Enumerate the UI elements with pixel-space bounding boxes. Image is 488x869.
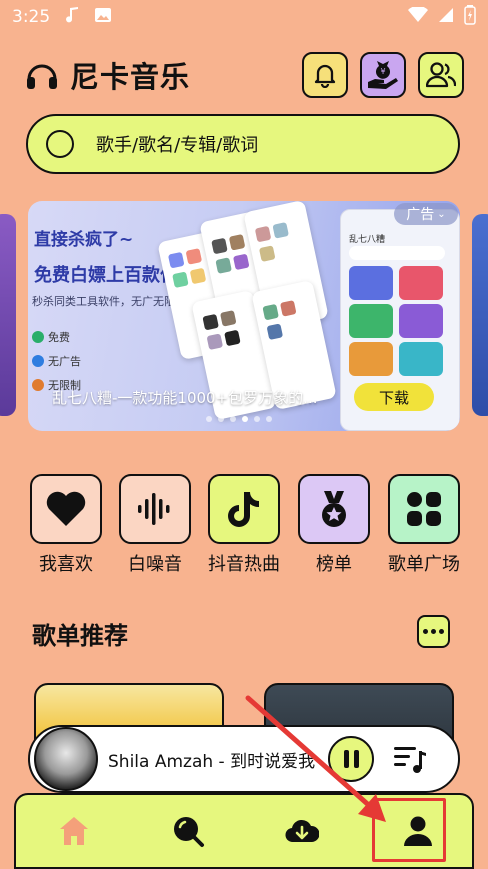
notification-button[interactable] xyxy=(302,52,348,98)
search-placeholder: 歌手/歌名/专辑/歌词 xyxy=(96,135,259,156)
quick-action-douyin-hits[interactable]: 抖音热曲 xyxy=(206,474,282,576)
check-icon xyxy=(32,379,44,391)
wifi-icon xyxy=(408,5,428,28)
quick-action-label: 抖音热曲 xyxy=(208,554,280,575)
carousel-dot[interactable] xyxy=(254,416,260,422)
headphones-icon xyxy=(27,64,57,89)
check-item: 免费 xyxy=(32,329,81,345)
carousel-dot[interactable] xyxy=(242,416,248,422)
carousel-dot[interactable] xyxy=(266,416,272,422)
svg-text:¥: ¥ xyxy=(380,67,385,76)
quick-action-label: 榜单 xyxy=(316,554,352,575)
annotation-highlight-box xyxy=(372,798,446,862)
ad-tag-label: 广告 xyxy=(406,207,435,223)
heart-icon xyxy=(46,491,86,526)
signal-icon xyxy=(438,7,454,28)
image-icon xyxy=(94,7,112,28)
quick-action-charts[interactable]: 榜单 xyxy=(296,474,372,576)
search-bar[interactable]: 歌手/歌名/专辑/歌词 xyxy=(26,114,460,174)
more-dot xyxy=(431,629,436,634)
chevron-down-icon: ⌄ xyxy=(437,208,446,220)
users-icon xyxy=(426,62,456,88)
quick-action-label: 白噪音 xyxy=(128,554,182,575)
more-dot xyxy=(439,629,444,634)
banner-headline: 直接杀疯了~ xyxy=(34,230,134,250)
carousel-dot[interactable] xyxy=(218,416,224,422)
tab-discover[interactable] xyxy=(170,813,206,849)
check-item: 无广告 xyxy=(32,353,81,369)
carousel-dots xyxy=(206,416,272,422)
status-bar: 3:25 xyxy=(0,0,488,34)
bell-icon xyxy=(314,64,336,88)
more-dot xyxy=(423,629,428,634)
app-header: 尼卡音乐 ¥ xyxy=(24,50,464,100)
app-title: 尼卡音乐 xyxy=(70,60,191,94)
banner-prev-peek[interactable] xyxy=(0,214,16,416)
discover-icon xyxy=(174,817,204,847)
album-cover[interactable] xyxy=(34,727,98,791)
quick-action-playlist-plaza[interactable]: 歌单广场 xyxy=(386,474,462,576)
home-icon xyxy=(60,817,88,845)
download-button[interactable]: 下载 xyxy=(354,383,434,411)
status-time: 3:25 xyxy=(12,7,51,27)
battery-icon xyxy=(464,4,476,30)
more-button[interactable] xyxy=(417,615,450,648)
carousel-dot[interactable] xyxy=(206,416,212,422)
mock-title: 乱七八糟 xyxy=(349,235,386,245)
friends-button[interactable] xyxy=(418,52,464,98)
tab-home[interactable] xyxy=(56,813,92,849)
banner-checklist: 免费 无广告 无限制 xyxy=(32,329,81,393)
phone-screenshots xyxy=(157,201,353,421)
music-note-icon xyxy=(64,6,80,29)
check-icon xyxy=(32,355,44,367)
money-hand-icon: ¥ xyxy=(368,61,398,89)
medal-icon xyxy=(322,491,346,527)
banner-next-peek[interactable] xyxy=(472,214,488,416)
sound-wave-icon xyxy=(138,493,170,525)
search-icon xyxy=(46,130,74,158)
banner-caption: 乱七八糟-一款功能1000+包罗万象的... xyxy=(52,389,318,407)
check-icon xyxy=(32,331,44,343)
ad-tag[interactable]: 广告 ⌄ xyxy=(394,203,458,225)
reward-button[interactable]: ¥ xyxy=(360,52,406,98)
quick-action-favorites[interactable]: 我喜欢 xyxy=(28,474,104,576)
quick-action-white-noise[interactable]: 白噪音 xyxy=(117,474,193,576)
tiktok-icon xyxy=(228,492,259,527)
quick-actions: 我喜欢 白噪音 抖音热曲 榜单 歌单广场 xyxy=(28,474,464,576)
grid-icon xyxy=(407,492,441,526)
quick-action-label: 我喜欢 xyxy=(39,554,93,575)
carousel-dot[interactable] xyxy=(230,416,236,422)
quick-action-label: 歌单广场 xyxy=(388,554,460,575)
section-title: 歌单推荐 xyxy=(32,622,128,650)
